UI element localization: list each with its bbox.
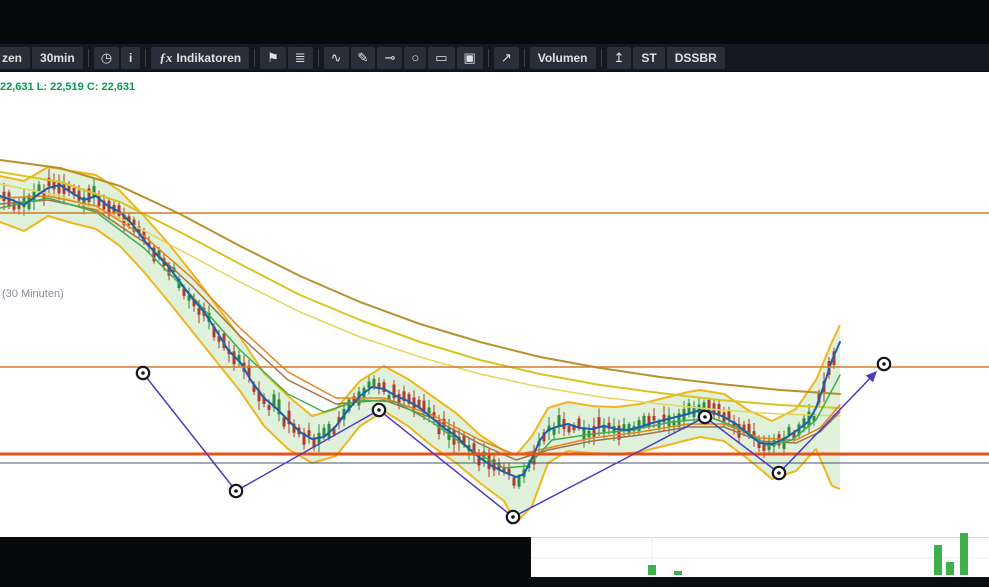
toolbar-separator — [318, 49, 319, 67]
price-chart[interactable] — [0, 0, 989, 587]
dssbr-button[interactable]: DSSBR — [667, 47, 725, 69]
rectangle-icon: ▭ — [435, 47, 447, 69]
info-icon: i — [129, 47, 132, 69]
toolbar-separator — [488, 49, 489, 67]
clock-icon: ◷ — [101, 47, 112, 69]
export-button[interactable]: ↥ — [607, 47, 632, 69]
ohlc-readout: 22,631 L: 22,519 C: 22,631 — [0, 81, 135, 93]
flag-button[interactable]: ⚑ — [260, 47, 286, 69]
info-button[interactable]: i — [121, 47, 140, 69]
clock-button[interactable]: ◷ — [94, 47, 119, 69]
templates-button[interactable]: ≣ — [288, 47, 313, 69]
flag-icon: ⚑ — [267, 47, 279, 69]
st-button[interactable]: ST — [633, 47, 664, 69]
indicator-timeframe-label: (30 Minuten) — [2, 288, 64, 300]
arrow-icon: ↗ — [501, 47, 512, 69]
trading-app-window: zen 30min ◷ i ƒx Indikatoren ⚑ ≣ ∿ ✎ ⊸ ○… — [0, 0, 989, 587]
bottom-panel — [0, 537, 531, 587]
templates-icon: ≣ — [295, 47, 306, 69]
brush-icon: ✎ — [358, 47, 369, 69]
timeframe-30min-button[interactable]: 30min — [32, 47, 83, 69]
text-tool-button[interactable]: ▣ — [457, 47, 483, 69]
window-top-bar — [0, 0, 989, 44]
toolbar-separator — [601, 49, 602, 67]
timeframe-partial-button[interactable]: zen — [0, 47, 30, 69]
toolbar-separator — [145, 49, 146, 67]
ellipse-tool-button[interactable]: ○ — [404, 47, 426, 69]
indicators-label: Indikatoren — [176, 47, 241, 69]
hline-tool-button[interactable]: ⊸ — [377, 47, 402, 69]
hline-icon: ⊸ — [384, 47, 395, 69]
fx-icon: ƒx — [159, 47, 172, 69]
text-tool-icon: ▣ — [464, 47, 476, 69]
export-icon: ↥ — [614, 47, 625, 69]
toolbar-separator — [88, 49, 89, 67]
pattern-tool-button[interactable]: ∿ — [324, 47, 349, 69]
pattern-icon: ∿ — [331, 47, 342, 69]
bottom-right-strip — [531, 577, 989, 587]
toolbar-separator — [254, 49, 255, 67]
toolbar-separator — [524, 49, 525, 67]
arrow-tool-button[interactable]: ↗ — [494, 47, 519, 69]
rectangle-tool-button[interactable]: ▭ — [428, 47, 454, 69]
volume-button[interactable]: Volumen — [530, 47, 596, 69]
chart-toolbar: zen 30min ◷ i ƒx Indikatoren ⚑ ≣ ∿ ✎ ⊸ ○… — [0, 44, 989, 72]
ellipse-icon: ○ — [411, 47, 419, 69]
brush-tool-button[interactable]: ✎ — [351, 47, 376, 69]
indicators-button[interactable]: ƒx Indikatoren — [151, 47, 249, 69]
